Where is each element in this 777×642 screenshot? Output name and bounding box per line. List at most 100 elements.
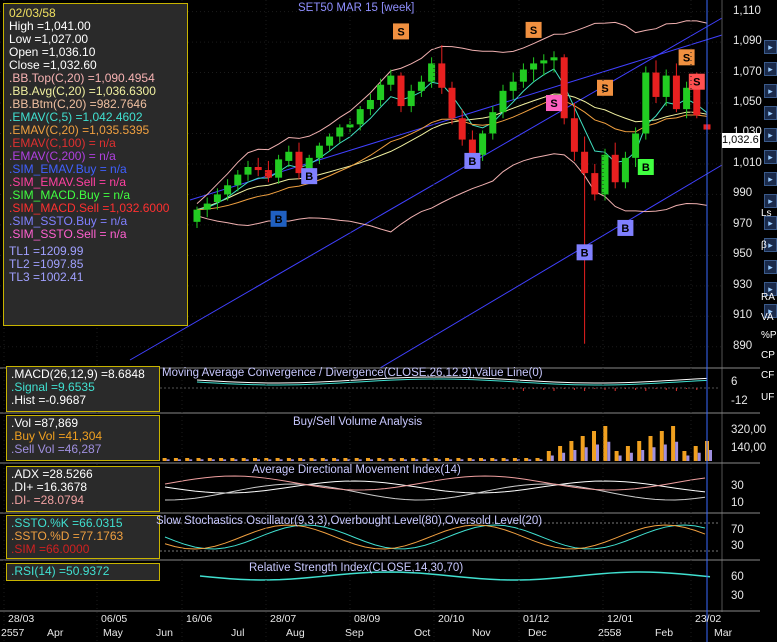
rsi-title: Relative Strength Index(CLOSE,14,30,70) [249,562,464,574]
price-tick: 910 [733,309,753,322]
toolbar-label[interactable]: VA [761,312,774,323]
info-sim-ssto-sell: .SIM_SSTO.Sell = n/a [9,227,127,241]
x-month-label: Apr [47,627,64,639]
ssto-panel[interactable] [160,522,720,552]
macd-tick: -12 [731,395,748,407]
volume-buy-bar [399,458,404,461]
volume-sell-bar [290,459,294,461]
volume-buy-bar [219,458,224,461]
candle-body [591,173,599,195]
candle-body [326,136,334,146]
macd-title: Moving Average Convergence / Divergence(… [162,367,543,379]
candle-body [377,84,385,100]
x-month-label: May [103,627,123,639]
volume-buy-bar [693,446,698,461]
candle-body [336,127,344,137]
toolbar-button[interactable]: ▸ [764,260,777,274]
price-tick: 1,010 [733,156,762,169]
macd-panel[interactable] [160,376,720,391]
volume-buy-bar [456,458,461,461]
toolbar-button[interactable]: ▸ [764,172,777,186]
toolbar-button[interactable]: ▸ [764,84,777,98]
volume-sell-bar [381,459,385,461]
volume-sell-bar [460,459,464,461]
candle-body [438,63,446,88]
volume-sell-bar [697,452,701,461]
volume-buy-bar [603,426,608,461]
volume-buy-bar [648,436,653,461]
volume-sell-bar [426,459,430,461]
candle-body [550,57,558,61]
signal-label: S [530,25,537,37]
volume-sell-bar [607,441,611,461]
toolbar-button[interactable]: ▸ [764,62,777,76]
candle-body [407,90,415,107]
candle-body [489,112,497,134]
toolbar-label[interactable]: CF [761,370,774,381]
toolbar-button[interactable]: ▸ [764,150,777,164]
volume-buy-bar [230,458,235,461]
volume-sell-bar [629,452,633,461]
toolbar-button[interactable]: ▸ [764,128,777,142]
candle-body [254,167,262,171]
adx-panel[interactable] [164,475,706,501]
volume-sell-bar [336,459,340,461]
signal-label: B [581,247,589,259]
price-tick: 970 [733,217,753,230]
volume-sell-bar [370,459,373,461]
adx-di-minus: .DI- =28.0794 [11,493,85,507]
candle-body [234,174,242,186]
ssto-info-box: .SSTO.%K =66.0315 .SSTO.%D =77.1763 .SIM… [6,515,160,559]
toolbar-label[interactable]: RA [761,292,775,303]
toolbar-button[interactable]: ▸ [764,194,777,208]
chart-title: SET50 MAR 15 [week] [298,2,415,14]
volume-sell-bar [324,459,328,461]
volume-sell-bar [494,459,498,461]
volume-buy-bar [286,458,291,461]
volume-title: Buy/Sell Volume Analysis [293,416,423,428]
adx-line [164,480,706,494]
volume-buy-bar [592,431,596,461]
candle-body [387,75,395,85]
volume-buy-bar [445,458,450,461]
toolbar-button[interactable]: ▸ [764,106,777,120]
candle-body [315,145,323,158]
volume-sell-bar [200,459,204,461]
volume-info-box: .Vol =87,869 .Buy Vol =41,304 .Sell Vol … [6,415,160,461]
volume-sell-bar [675,441,679,461]
volume-buy-bar [512,458,517,461]
x-date-label: 06/05 [101,613,128,625]
x-date-label: 08/09 [354,613,381,625]
volume-sell-bar [189,459,193,461]
vol-sell: .Sell Vol =46,287 [11,442,102,456]
volume-sell-bar [415,459,419,461]
volume-sell-bar [562,452,566,461]
ssto-tick: 30 [731,540,744,552]
volume-buy-bar [241,458,246,461]
volume-sell-bar [257,459,260,461]
candle-body [224,185,232,195]
adx-tick: 10 [731,497,744,509]
volume-buy-bar [671,426,676,461]
x-month-label: Nov [472,627,491,639]
volume-buy-bar [162,458,167,461]
toolbar-label[interactable]: UF [761,392,774,403]
volume-buy-bar [366,458,370,461]
toolbar-button[interactable]: ▸ [764,40,777,54]
volume-sell-bar [268,459,272,461]
toolbar-label[interactable]: β [761,240,767,251]
toolbar-label[interactable]: CP [761,350,775,361]
candle-body [193,209,201,222]
toolbar-label[interactable]: Ls [761,208,772,219]
volume-buy-bar [501,458,506,461]
volume-buy-bar [377,458,382,461]
candle-body [642,72,650,134]
volume-panel[interactable] [140,426,712,461]
candle-body [683,87,691,110]
candle-body [499,90,507,113]
adx-info-box: .ADX =28.5266 .DI+ =16.3678 .DI- =28.079… [6,466,160,512]
candle-body [468,139,476,155]
candle-body [672,75,680,110]
ssto-tick: 70 [731,524,744,536]
toolbar-label[interactable]: %P [761,330,777,341]
